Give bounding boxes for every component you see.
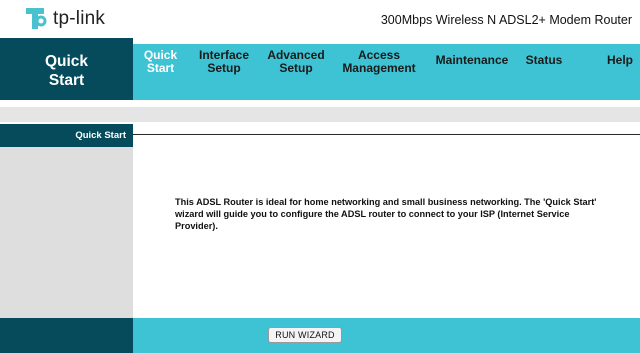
sidebar-section-header: Quick Start (0, 124, 133, 147)
quick-start-description: This ADSL Router is ideal for home netwo… (175, 197, 597, 231)
tab-interface-setup[interactable]: Interface Setup (192, 48, 256, 84)
tab-maintenance-label: Maintenance (435, 53, 509, 67)
sidebar-section-label: Quick Start (75, 130, 126, 141)
run-wizard-button[interactable]: RUN WIZARD (268, 327, 342, 343)
tab-access-management-label: Access Management (342, 48, 416, 75)
tab-maintenance[interactable]: Maintenance (432, 48, 512, 84)
tab-advanced-setup-label: Advanced Setup (267, 48, 325, 75)
page-header: tp-link 300Mbps Wireless N ADSL2+ Modem … (0, 0, 640, 38)
nav-section-title-text: Quick Start (44, 53, 89, 89)
tab-quick-start[interactable]: Quick Start (133, 44, 188, 80)
tab-access-management[interactable]: Access Management (336, 48, 422, 84)
tab-status[interactable]: Status (520, 48, 568, 84)
sidebar-body (0, 147, 133, 318)
nav-section-title: Quick Start (0, 38, 133, 100)
tab-help-label: Help (606, 53, 633, 67)
divider-strip (0, 100, 640, 107)
section-divider (133, 134, 640, 135)
tp-link-logo-icon (26, 8, 47, 29)
tab-quick-start-label: Quick Start (143, 48, 178, 75)
tab-advanced-setup[interactable]: Advanced Setup (263, 48, 329, 84)
tp-link-logo: tp-link (22, 4, 142, 32)
logo-text: tp-link (53, 8, 106, 29)
footer-bar (133, 318, 640, 353)
tab-interface-setup-label: Interface Setup (198, 48, 250, 75)
tab-status-label: Status (525, 53, 563, 67)
tab-help[interactable]: Help (600, 48, 640, 84)
subnav-strip (0, 107, 640, 122)
product-title: 300Mbps Wireless N ADSL2+ Modem Router (380, 13, 632, 27)
footer-left (0, 318, 133, 353)
